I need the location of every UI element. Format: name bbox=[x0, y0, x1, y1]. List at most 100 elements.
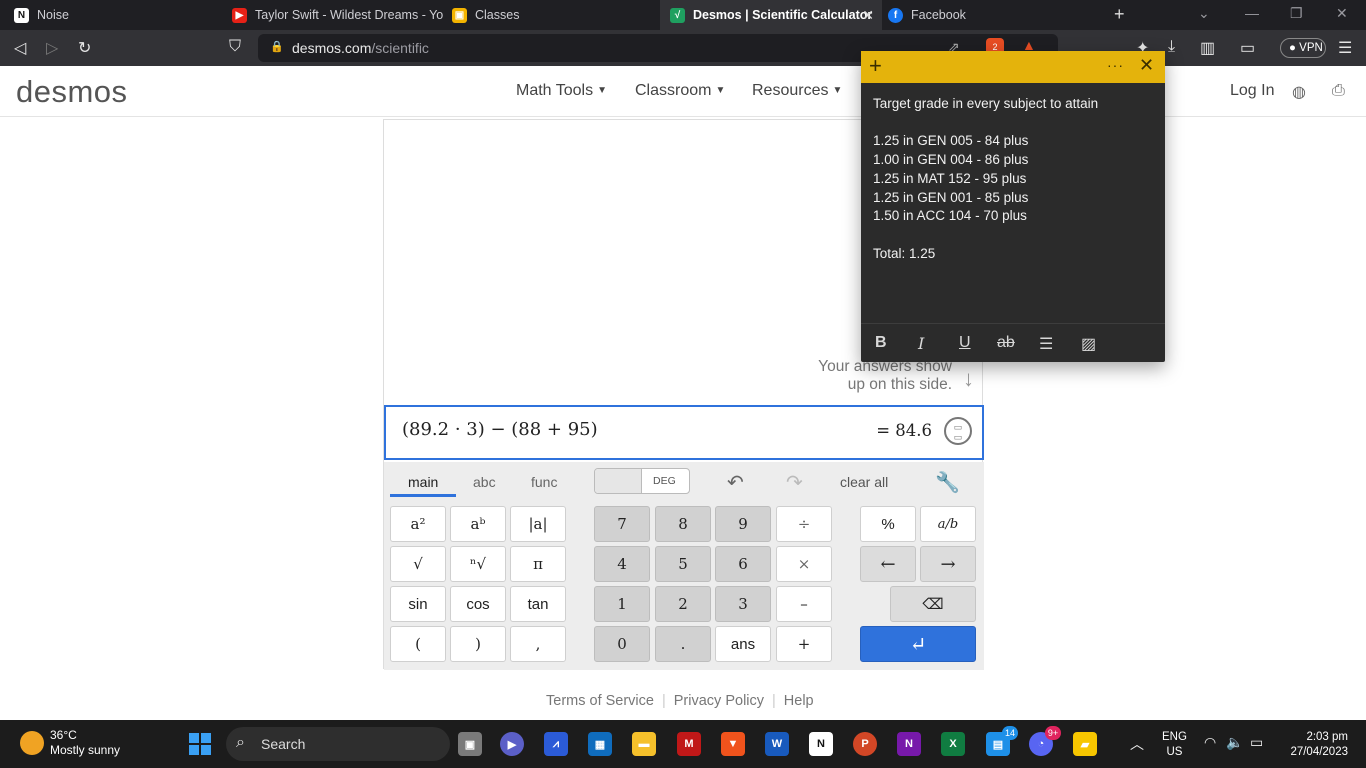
angle-mode-toggle[interactable]: DEG bbox=[594, 468, 690, 494]
discord-icon[interactable]: ◔ 9+ bbox=[1029, 726, 1061, 756]
key-nth-root[interactable]: ⁿ√ bbox=[450, 546, 506, 582]
tab-noise[interactable]: N Noise bbox=[0, 0, 226, 30]
key-decimal[interactable]: . bbox=[655, 626, 711, 662]
key-abs[interactable]: |a| bbox=[510, 506, 566, 542]
menu-classroom[interactable]: Classroom ▼ bbox=[635, 82, 725, 100]
close-tab-icon[interactable]: ✕ bbox=[862, 7, 874, 24]
terms-link[interactable]: Terms of Service bbox=[546, 693, 654, 709]
key-multiply[interactable]: × bbox=[776, 546, 832, 582]
key-9[interactable]: 9 bbox=[715, 506, 771, 542]
key-3[interactable]: 3 bbox=[715, 586, 771, 622]
new-tab-icon[interactable]: + bbox=[1114, 4, 1125, 25]
strikethrough-button[interactable]: ab bbox=[997, 334, 1015, 352]
excel-icon[interactable]: X bbox=[941, 732, 965, 756]
teams-chat-icon[interactable]: ▶ bbox=[500, 732, 524, 756]
expression-input[interactable]: (89.2 · 3) − (88 + 95) bbox=[402, 419, 598, 440]
italic-button[interactable]: I bbox=[918, 334, 924, 353]
clear-all-button[interactable]: clear all bbox=[840, 474, 888, 490]
key-power[interactable]: aᵇ bbox=[450, 506, 506, 542]
tab-classes[interactable]: ▣ Classes bbox=[444, 0, 660, 30]
key-square[interactable]: a² bbox=[390, 506, 446, 542]
volume-icon[interactable]: 🔈 bbox=[1226, 734, 1243, 751]
keypad-tab-func[interactable]: func bbox=[531, 474, 557, 490]
key-cursor-left[interactable]: ← bbox=[860, 546, 916, 582]
brave-icon[interactable]: ▼ bbox=[721, 732, 745, 756]
sticky-note-titlebar[interactable]: + ··· ✕ bbox=[861, 51, 1165, 83]
restore-icon[interactable]: ❐ bbox=[1290, 5, 1303, 22]
close-note-icon[interactable]: ✕ bbox=[1139, 55, 1154, 76]
expression-row[interactable]: (89.2 · 3) − (88 + 95) = 84.6 ▭ ▭ bbox=[384, 405, 984, 460]
key-4[interactable]: 4 bbox=[594, 546, 650, 582]
fraction-toggle-icon[interactable]: ▭ ▭ bbox=[944, 417, 972, 445]
notion-app-icon[interactable]: N bbox=[809, 732, 833, 756]
new-note-icon[interactable]: + bbox=[869, 53, 882, 79]
visual-studio-icon[interactable]: ⩘ bbox=[544, 732, 568, 756]
powerpoint-icon[interactable]: P bbox=[853, 732, 877, 756]
deg-option[interactable]: DEG bbox=[653, 475, 676, 487]
taskbar-search[interactable]: ⌕ Search bbox=[226, 727, 450, 761]
key-pi[interactable]: π bbox=[510, 546, 566, 582]
key-cursor-right[interactable]: → bbox=[920, 546, 976, 582]
menu-icon[interactable]: ☰ bbox=[1338, 38, 1352, 58]
language-indicator[interactable]: ENG US bbox=[1162, 730, 1187, 760]
key-comma[interactable]: , bbox=[510, 626, 566, 662]
rad-option[interactable] bbox=[595, 469, 642, 493]
menu-math-tools[interactable]: Math Tools ▼ bbox=[516, 82, 607, 100]
tab-list-icon[interactable]: ⌄ bbox=[1198, 5, 1210, 22]
privacy-link[interactable]: Privacy Policy bbox=[674, 693, 764, 709]
more-options-icon[interactable]: ··· bbox=[1107, 57, 1124, 73]
mcafee-icon[interactable]: M bbox=[677, 732, 701, 756]
word-icon[interactable]: W bbox=[765, 732, 789, 756]
key-8[interactable]: 8 bbox=[655, 506, 711, 542]
minimize-icon[interactable]: — bbox=[1245, 5, 1259, 21]
key-sin[interactable]: sin bbox=[390, 586, 446, 622]
key-open-paren[interactable]: ( bbox=[390, 626, 446, 662]
key-1[interactable]: 1 bbox=[594, 586, 650, 622]
image-icon[interactable]: ▨ bbox=[1081, 334, 1096, 354]
file-explorer-icon[interactable]: ▬ bbox=[632, 732, 656, 756]
sticky-note-text[interactable]: Target grade in every subject to attain … bbox=[873, 95, 1153, 263]
reload-icon[interactable]: ↻ bbox=[78, 38, 91, 58]
bookmark-icon[interactable]: ⛉ bbox=[229, 38, 241, 56]
key-fraction[interactable]: a/b bbox=[920, 506, 976, 542]
bullet-list-icon[interactable]: ☰ bbox=[1039, 334, 1053, 354]
keypad-tab-abc[interactable]: abc bbox=[473, 474, 496, 490]
key-6[interactable]: 6 bbox=[715, 546, 771, 582]
chevron-up-icon[interactable]: ︿ bbox=[1130, 734, 1144, 754]
vpn-button[interactable]: ● VPN bbox=[1280, 38, 1326, 58]
keypad-tab-main[interactable]: main bbox=[408, 474, 438, 490]
print-icon[interactable]: ⎙ bbox=[1332, 82, 1350, 100]
wallet-icon[interactable]: ▭ bbox=[1240, 38, 1255, 58]
key-5[interactable]: 5 bbox=[655, 546, 711, 582]
wrench-icon[interactable]: 🔧 bbox=[935, 470, 960, 495]
bold-button[interactable]: B bbox=[875, 334, 887, 352]
back-icon[interactable]: ◁ bbox=[14, 38, 26, 58]
weather-sun-icon[interactable] bbox=[20, 731, 44, 755]
undo-icon[interactable]: ↶ bbox=[727, 470, 744, 495]
globe-icon[interactable]: ◍ bbox=[1292, 82, 1310, 101]
clock[interactable]: 2:03 pm 27/04/2023 bbox=[1280, 730, 1348, 760]
underline-button[interactable]: U bbox=[959, 334, 971, 352]
forward-icon[interactable]: ▷ bbox=[46, 38, 58, 58]
weather-widget[interactable]: 36°C Mostly sunny bbox=[50, 728, 120, 758]
battery-icon[interactable]: ▭ bbox=[1250, 734, 1263, 751]
enter-icon[interactable]: ↵ bbox=[860, 626, 976, 662]
windows-start-icon[interactable] bbox=[188, 732, 212, 756]
key-2[interactable]: 2 bbox=[655, 586, 711, 622]
redo-icon[interactable]: ↷ bbox=[786, 470, 803, 495]
key-cos[interactable]: cos bbox=[450, 586, 506, 622]
key-sqrt[interactable]: √ bbox=[390, 546, 446, 582]
key-percent[interactable]: % bbox=[860, 506, 916, 542]
tab-facebook[interactable]: f Facebook bbox=[882, 0, 1092, 30]
key-ans[interactable]: ans bbox=[715, 626, 771, 662]
teams-icon[interactable]: ▤ 14 bbox=[986, 726, 1018, 756]
sidebar-icon[interactable]: ▥ bbox=[1200, 38, 1215, 58]
key-subtract[interactable]: – bbox=[776, 586, 832, 622]
store-icon[interactable]: ▦ bbox=[588, 732, 612, 756]
wifi-icon[interactable]: ◠ bbox=[1204, 734, 1216, 751]
menu-resources[interactable]: Resources ▼ bbox=[752, 82, 842, 100]
desmos-logo[interactable]: desmos bbox=[16, 74, 128, 110]
backspace-icon[interactable]: ⌫ bbox=[890, 586, 976, 622]
task-view-icon[interactable]: ▣ bbox=[458, 732, 482, 756]
onenote-icon[interactable]: N bbox=[897, 732, 921, 756]
